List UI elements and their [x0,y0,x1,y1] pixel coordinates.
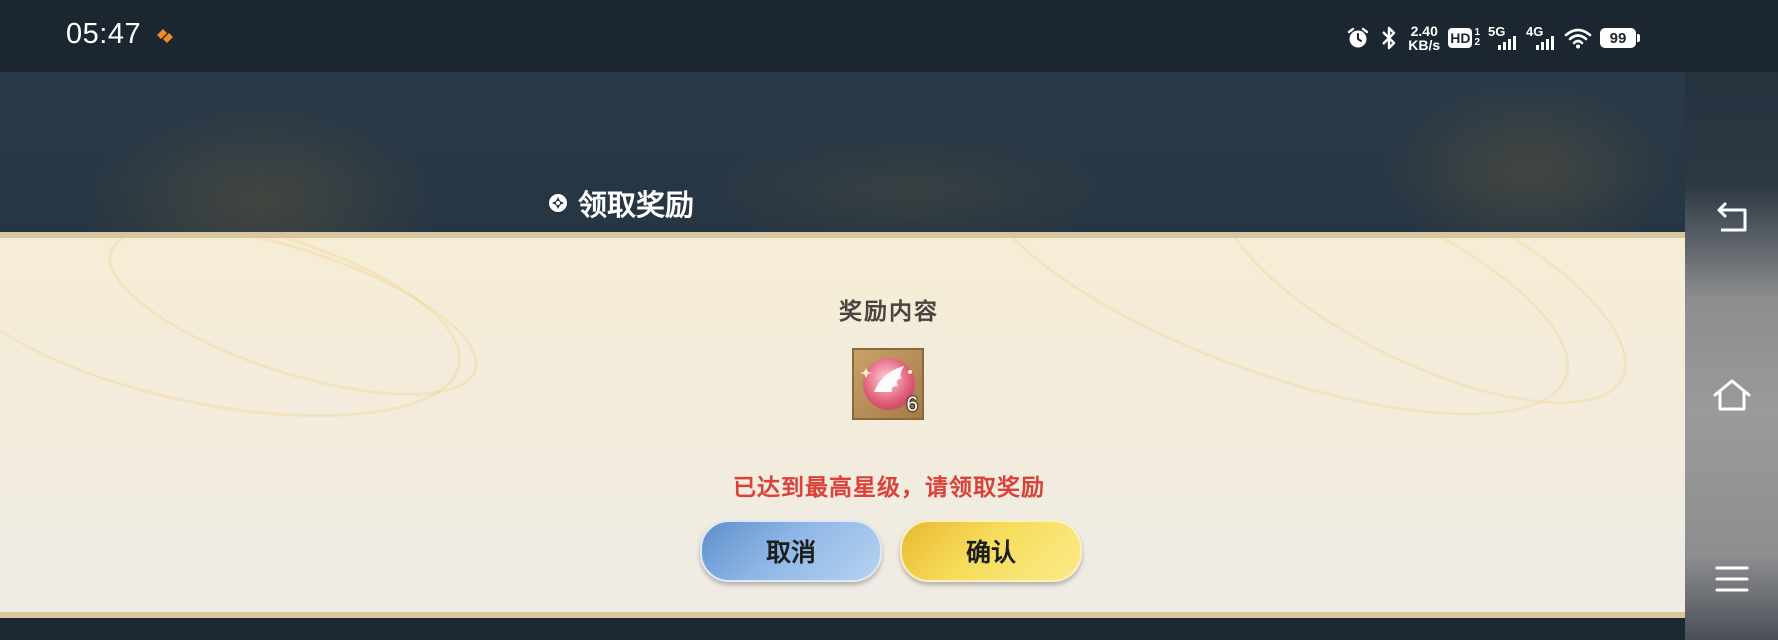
bluetooth-icon [1378,25,1400,51]
app-notification-icon [157,29,173,43]
cancel-button[interactable]: 取消 [700,520,882,582]
game-background: 领取奖励 奖励内容 6 已达到最高星级，请领取奖励 取消 确认 [0,72,1685,640]
reward-dialog: 奖励内容 6 已达到最高星级，请领取奖励 取消 确认 [0,232,1685,618]
status-icons: 2.40 KB/s HD 12 5G 4G 99 [1346,20,1640,56]
cellular-5g-icon: 5G [1488,23,1518,53]
hd-sim-numbers: 12 [1474,27,1480,48]
hd-volte-icon: HD 12 [1448,28,1480,48]
dialog-title: 领取奖励 [578,188,695,222]
dialog-header: 领取奖励 [548,182,694,224]
hd-label: HD [1448,28,1473,48]
system-navigation-bar [1685,72,1778,640]
reward-badge-icon [549,194,567,212]
reward-content-label: 奖励内容 [839,298,939,325]
reward-item-count: 6 [906,393,918,416]
battery-icon: 99 [1600,28,1640,48]
reward-item-slot[interactable]: 6 [852,348,924,420]
status-time: 05:47 [66,18,142,50]
network-speed-unit: KB/s [1408,37,1441,53]
network-speed: 2.40 KB/s [1408,24,1440,52]
confirm-button[interactable]: 确认 [900,520,1082,582]
network-speed-value: 2.40 [1410,23,1438,39]
back-icon[interactable] [1711,200,1753,242]
menu-icon[interactable] [1711,558,1753,600]
max-star-notice: 已达到最高星级，请领取奖励 [733,474,1045,501]
alarm-icon [1346,26,1370,50]
wifi-icon [1564,27,1592,49]
status-bar: 05:47 2.40 KB/s HD 12 5G 4G 99 [0,0,1778,72]
home-icon[interactable] [1711,375,1753,417]
cellular-4g-icon: 4G [1526,23,1556,53]
battery-level: 99 [1600,28,1636,48]
